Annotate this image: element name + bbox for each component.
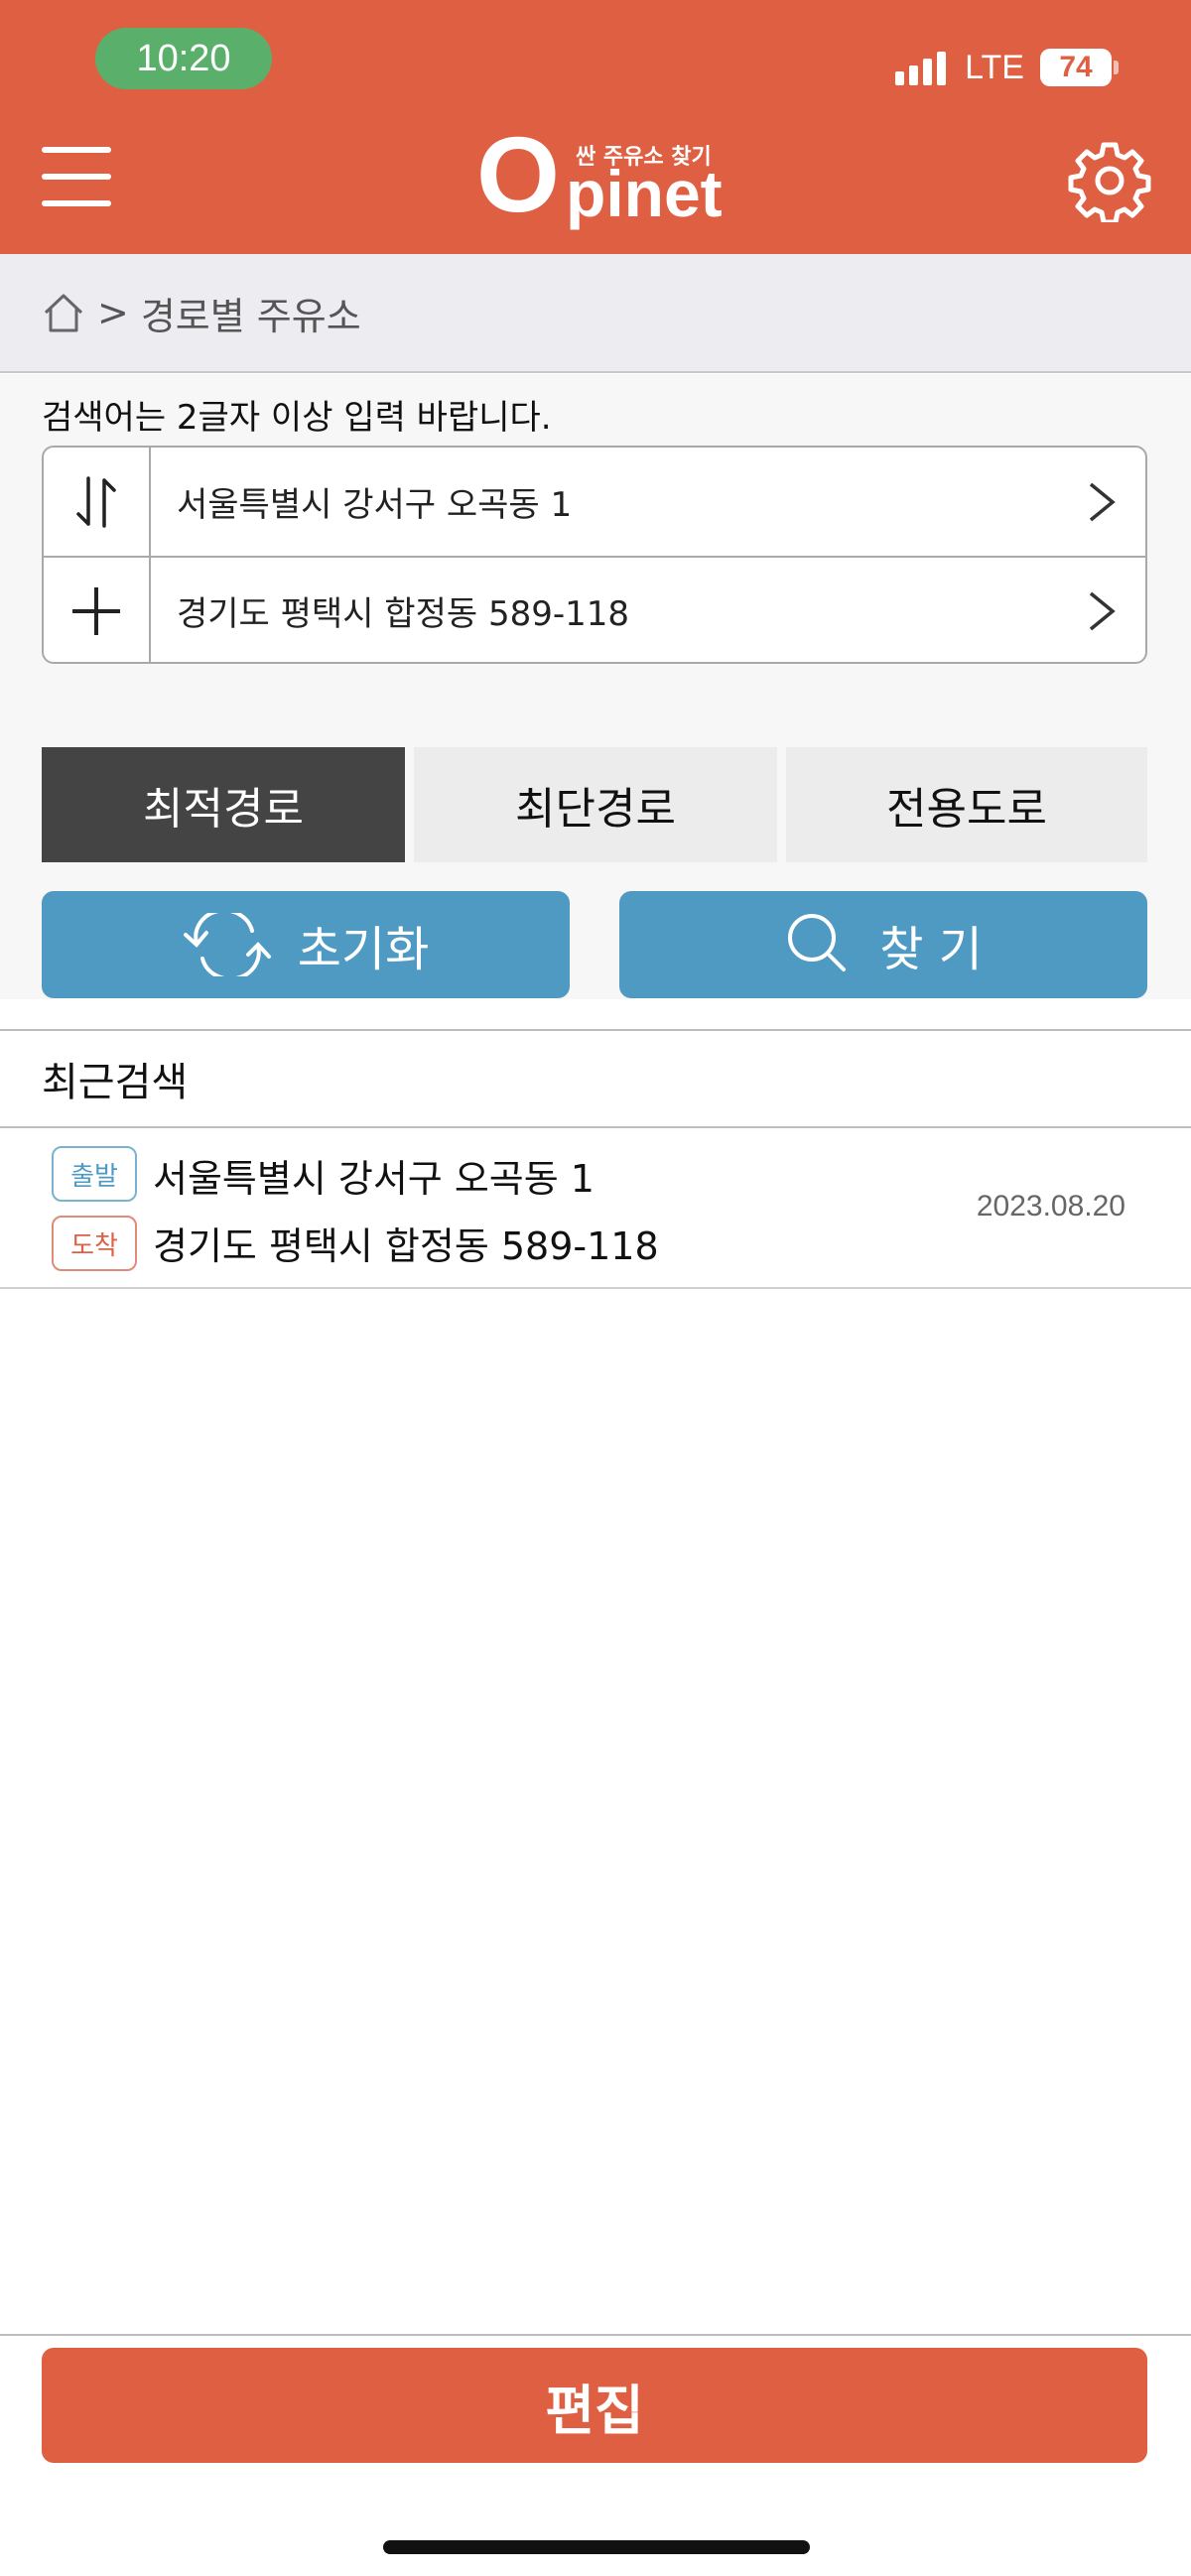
gear-icon xyxy=(1068,142,1151,225)
chevron-right-icon[interactable] xyxy=(1056,480,1145,524)
hamburger-icon xyxy=(42,147,111,153)
swap-vertical-icon xyxy=(76,475,116,528)
menu-button[interactable] xyxy=(42,147,111,208)
end-badge: 도착 xyxy=(52,1216,137,1271)
reset-label: 초기화 xyxy=(297,922,430,977)
breadcrumb-current: 경로별 주유소 xyxy=(140,294,361,338)
chevron-right-icon[interactable] xyxy=(1056,589,1145,633)
plus-icon xyxy=(72,586,120,635)
search-hint: 검색어는 2글자 이상 입력 바랍니다. xyxy=(42,398,552,438)
tab-optimal-route[interactable]: 최적경로 xyxy=(42,747,405,862)
opinet-logo: 싼 주유소 찾기 O pinet xyxy=(476,121,734,230)
swap-button[interactable] xyxy=(44,448,151,556)
status-time: 10:20 xyxy=(95,28,272,89)
recent-search-title: 최근검색 xyxy=(0,1029,1191,1128)
logo-initial: O xyxy=(476,114,561,234)
origin-row[interactable]: 서울특별시 강서구 오곡동 1 xyxy=(44,448,1145,556)
home-indicator xyxy=(383,2540,810,2554)
footer-divider xyxy=(0,2334,1191,2336)
tab-expressway[interactable]: 전용도로 xyxy=(786,747,1147,862)
breadcrumb-separator: > xyxy=(97,291,129,334)
edit-button[interactable]: 편집 xyxy=(42,2348,1147,2463)
tab-shortest-route[interactable]: 최단경로 xyxy=(414,747,777,862)
app-header: 10:20 LTE 74 싼 주유소 찾기 O pinet xyxy=(0,0,1191,254)
logo-text: pinet xyxy=(566,157,723,230)
network-type: LTE xyxy=(965,48,1024,86)
add-waypoint-button[interactable] xyxy=(44,558,151,662)
search-icon xyxy=(788,914,847,971)
home-icon[interactable] xyxy=(42,291,85,334)
settings-button[interactable] xyxy=(1068,139,1151,225)
route-input-box: 서울특별시 강서구 오곡동 1 경기도 평택시 합정동 589-118 xyxy=(42,446,1147,664)
reset-button[interactable]: 초기화 xyxy=(42,891,570,998)
destination-input[interactable]: 경기도 평택시 합정동 589-118 xyxy=(151,586,1056,635)
start-badge: 출발 xyxy=(52,1146,137,1202)
battery-icon: 74 xyxy=(1040,49,1119,86)
search-panel: 검색어는 2글자 이상 입력 바랍니다. 서울특별시 강서구 오곡동 1 경기도… xyxy=(0,374,1191,999)
recent-date: 2023.08.20 xyxy=(976,1190,1125,1223)
origin-input[interactable]: 서울특별시 강서구 오곡동 1 xyxy=(151,477,1056,526)
refresh-icon xyxy=(183,913,271,976)
recent-start-address: 서울특별시 강서구 오곡동 1 xyxy=(153,1157,595,1201)
recent-end-address: 경기도 평택시 합정동 589-118 xyxy=(153,1224,659,1268)
breadcrumb: > 경로별 주유소 xyxy=(0,254,1191,373)
recent-search-item[interactable]: 출발 서울특별시 강서구 오곡동 1 도착 경기도 평택시 합정동 589-11… xyxy=(0,1128,1191,1289)
status-indicators: LTE 74 xyxy=(895,40,1119,95)
find-label: 찾 기 xyxy=(879,922,983,977)
route-type-tabs: 최적경로 최단경로 전용도로 xyxy=(42,747,1147,862)
signal-icon xyxy=(895,50,951,85)
destination-row[interactable]: 경기도 평택시 합정동 589-118 xyxy=(44,556,1145,662)
find-button[interactable]: 찾 기 xyxy=(619,891,1147,998)
